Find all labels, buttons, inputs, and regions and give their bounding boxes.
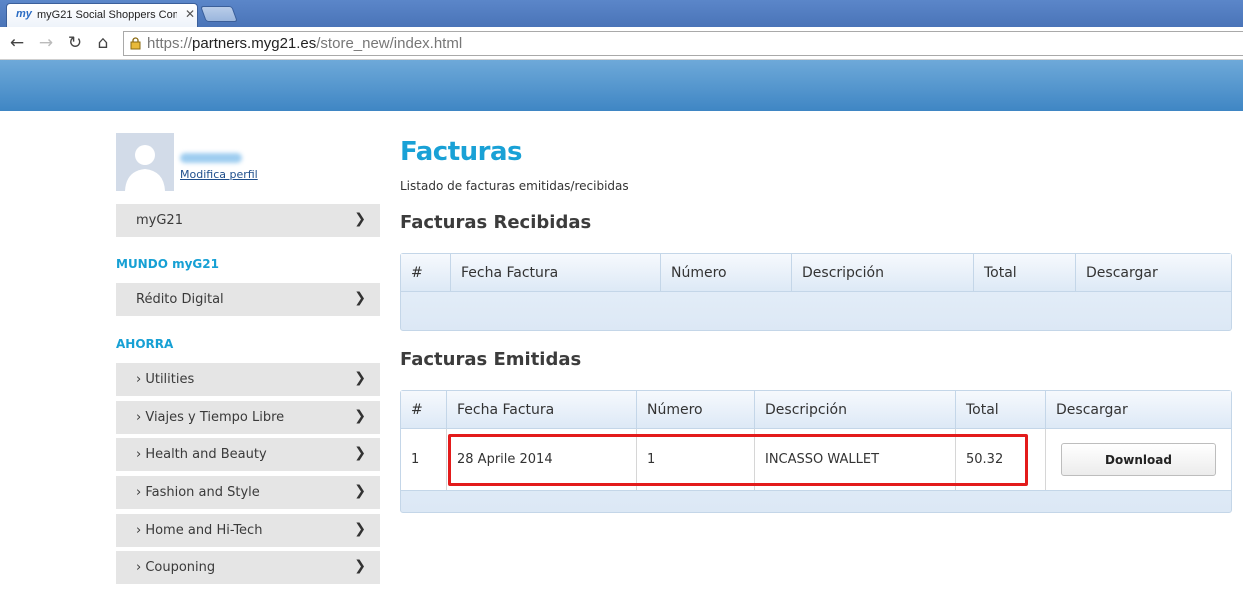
avatar[interactable] [116,133,174,191]
url-text: https://partners.myg21.es/store_new/inde… [147,35,463,52]
heading-facturas-recibidas: Facturas Recibidas [400,212,592,233]
favicon-icon: my [16,8,32,20]
site-header [0,60,1243,111]
section-title-mundo: MUNDO myG21 [116,257,219,271]
sidebar-item-label: myG21 [136,213,183,228]
cell-number: 1 [401,429,447,490]
chevron-right-icon: ❯ [354,445,366,461]
table-header: # Fecha Factura Número Descripción Total… [401,254,1231,292]
column-header: Descargar [1056,402,1128,418]
home-icon[interactable]: ⌂ [92,32,114,54]
column-header: Descripción [755,391,956,429]
chevron-right-icon: ❯ [354,521,366,537]
chevron-right-icon: ❯ [354,483,366,499]
chevron-right-icon: ❯ [354,211,366,227]
sidebar-item-label: › Utilities [136,372,195,387]
sidebar-item-couponing[interactable]: › Couponing ❯ [116,551,380,584]
sidebar-item-fashion-style[interactable]: › Fashion and Style ❯ [116,476,380,509]
chevron-right-icon: ❯ [354,290,366,306]
column-header: Número [661,254,792,292]
column-header: Descripción [792,254,974,292]
table-facturas-recibidas: # Fecha Factura Número Descripción Total… [400,253,1232,331]
sidebar-item-label: Rédito Digital [136,292,224,307]
address-bar[interactable]: https://partners.myg21.es/store_new/inde… [123,31,1243,56]
column-header: Total [956,391,1046,429]
chevron-right-icon: ❯ [354,370,366,386]
column-header: Número [637,391,755,429]
chevron-right-icon: ❯ [354,408,366,424]
sidebar-item-home-hitech[interactable]: › Home and Hi-Tech ❯ [116,514,380,547]
sidebar-item-myg21[interactable]: myG21 ❯ [116,204,380,237]
browser-toolbar: ← → ↻ ⌂ https://partners.myg21.es/store_… [0,27,1243,60]
column-header: Fecha Factura [447,391,637,429]
highlight-annotation [448,434,1028,486]
user-silhouette-icon [116,133,174,191]
lock-icon [130,37,141,50]
browser-tabstrip: my myG21 Social Shoppers Comm ✕ [0,0,1243,27]
page-subtitle: Listado de facturas emitidas/recibidas [400,179,629,193]
table-facturas-emitidas: # Fecha Factura Número Descripción Total… [400,390,1232,513]
close-tab-icon[interactable]: ✕ [185,7,195,21]
edit-profile-link[interactable]: Modifica perfil [180,168,258,181]
page-title: Facturas [400,137,522,167]
column-header: # [401,391,447,429]
browser-tab[interactable]: my myG21 Social Shoppers Comm ✕ [6,3,198,27]
sidebar-item-health-beauty[interactable]: › Health and Beauty ❯ [116,438,380,471]
column-header: Descargar [1086,265,1158,281]
username-redacted [180,153,242,163]
sidebar-item-label: › Fashion and Style [136,485,260,500]
reload-icon[interactable]: ↻ [64,32,86,54]
sidebar-item-redito-digital[interactable]: Rédito Digital ❯ [116,283,380,316]
chevron-right-icon: ❯ [354,558,366,574]
column-header: Fecha Factura [451,254,661,292]
cell-descargar: Download [1046,429,1231,490]
section-title-ahorra: AHORRA [116,337,174,351]
heading-facturas-emitidas: Facturas Emitidas [400,349,582,370]
new-tab-button[interactable] [200,6,238,22]
sidebar-item-label: › Health and Beauty [136,447,267,462]
sidebar-item-viajes[interactable]: › Viajes y Tiempo Libre ❯ [116,401,380,434]
column-header: # [401,254,451,292]
sidebar-item-label: › Couponing [136,560,216,575]
tab-title: myG21 Social Shoppers Comm [37,9,177,21]
download-button[interactable]: Download [1061,443,1216,476]
column-header: Total [974,254,1076,292]
back-arrow-icon[interactable]: ← [6,32,28,54]
sidebar-item-label: › Viajes y Tiempo Libre [136,410,285,425]
sidebar-item-utilities[interactable]: › Utilities ❯ [116,363,380,396]
sidebar-item-label: › Home and Hi-Tech [136,523,263,538]
forward-arrow-icon[interactable]: → [35,32,57,54]
table-header: # Fecha Factura Número Descripción Total… [401,391,1231,429]
